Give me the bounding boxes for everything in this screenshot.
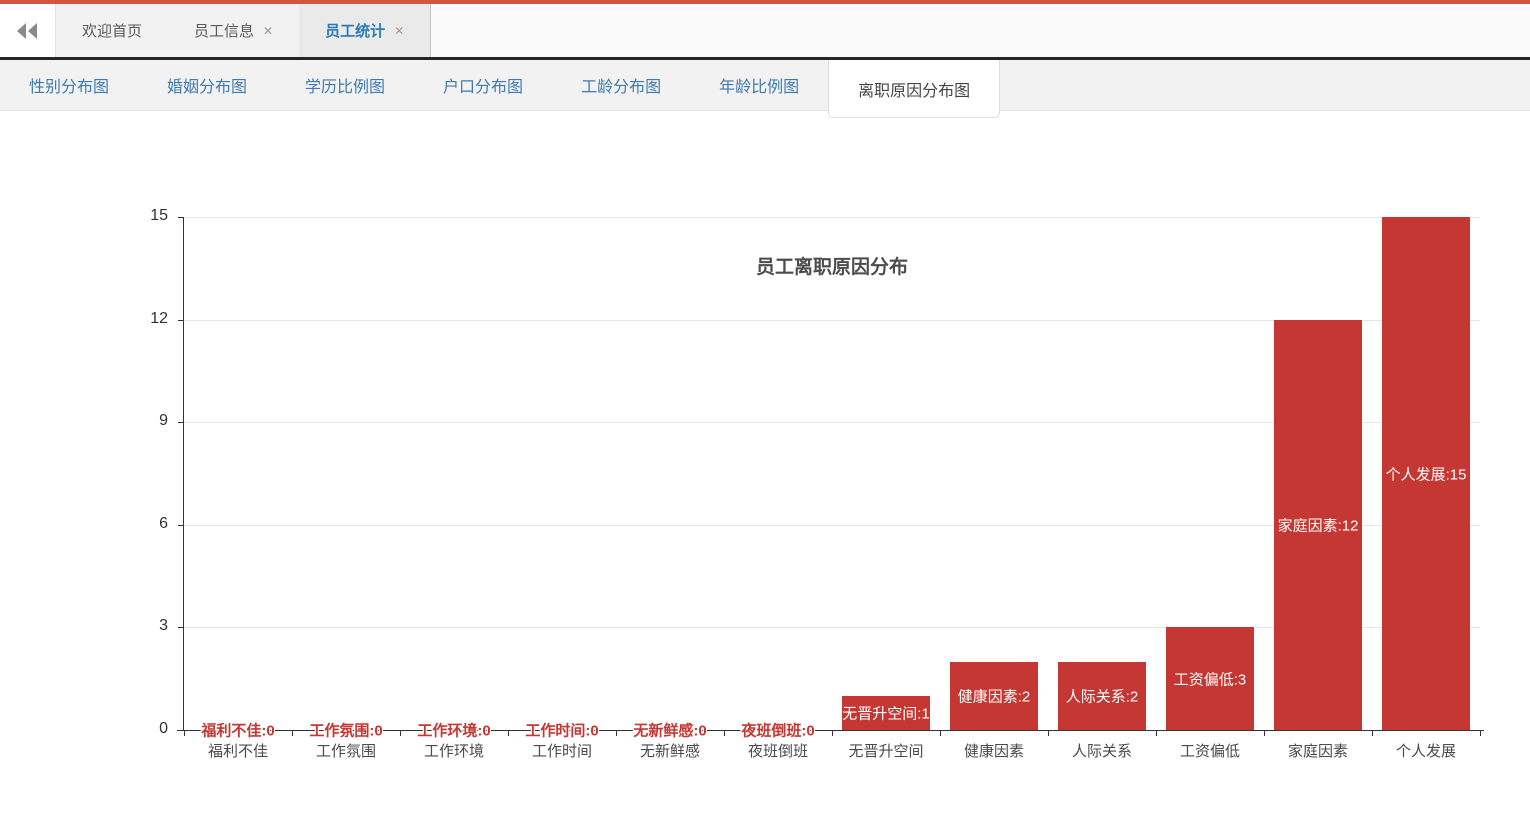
x-axis-category-label: 无新鲜感	[616, 740, 724, 761]
chart-type-tab[interactable]: 户口分布图	[414, 60, 552, 110]
chart-type-tab[interactable]: 婚姻分布图	[138, 60, 276, 110]
x-axis-tick	[1372, 730, 1373, 736]
x-axis-category-label: 工资偏低	[1156, 740, 1264, 761]
chart-type-tab-bar: 性别分布图婚姻分布图学历比例图户口分布图工龄分布图年龄比例图离职原因分布图	[0, 60, 1530, 111]
y-axis-label: 15	[88, 207, 168, 225]
x-axis-category-label: 人际关系	[1048, 740, 1156, 761]
x-axis-category-label: 无晋升空间	[832, 740, 940, 761]
chart-type-tab[interactable]: 离职原因分布图	[828, 60, 1000, 118]
bar-value-label: 家庭因素:12	[1278, 514, 1359, 535]
bar-value-label: 个人发展:15	[1386, 463, 1467, 484]
x-axis-tick	[1480, 730, 1481, 736]
chart-type-tab[interactable]: 工龄分布图	[552, 60, 690, 110]
chart-type-tab[interactable]: 学历比例图	[276, 60, 414, 110]
x-axis-tick	[1048, 730, 1049, 736]
y-axis-label: 12	[88, 310, 168, 328]
x-axis-tick	[724, 730, 725, 736]
window-tab-bar: 欢迎首页 员工信息 ✕ 员工统计 ✕	[0, 4, 1530, 57]
y-axis-label: 6	[88, 515, 168, 533]
window-tab-label: 员工统计	[325, 20, 385, 41]
bar-value-label: 工资偏低:3	[1174, 668, 1247, 689]
y-axis-label: 9	[88, 412, 168, 430]
x-axis-category-label: 福利不佳	[184, 740, 292, 761]
chart-type-tab[interactable]: 性别分布图	[0, 60, 138, 110]
y-axis-line	[183, 217, 184, 730]
close-tab-icon[interactable]: ✕	[394, 25, 404, 37]
chart-title: 员工离职原因分布	[184, 252, 1480, 279]
x-axis-tick	[832, 730, 833, 736]
window-tabs: 欢迎首页 员工信息 ✕ 员工统计 ✕	[56, 4, 431, 57]
app-window: 欢迎首页 员工信息 ✕ 员工统计 ✕ 性别分布图婚姻分布图学历比例图户口分布图工龄分布图…	[0, 0, 1530, 837]
x-axis-tick	[616, 730, 617, 736]
window-tab[interactable]: 员工信息 ✕	[168, 4, 299, 57]
x-axis-tick	[508, 730, 509, 736]
bar-value-label: 工作时间:0	[525, 720, 598, 741]
double-left-chevron-icon	[17, 23, 39, 39]
close-tab-icon[interactable]: ✕	[263, 25, 273, 37]
x-axis-category-label: 健康因素	[940, 740, 1048, 761]
gridline	[184, 217, 1480, 218]
x-axis-tick	[184, 730, 185, 736]
x-axis-tick	[1156, 730, 1157, 736]
x-axis-category-label: 个人发展	[1372, 740, 1480, 761]
bar-value-label: 福利不佳:0	[201, 720, 274, 741]
window-tab[interactable]: 员工统计 ✕	[299, 4, 431, 57]
bar-value-label: 无晋升空间:1	[842, 702, 930, 723]
x-axis-category-label: 夜班倒班	[724, 740, 832, 761]
x-axis-tick	[292, 730, 293, 736]
x-axis-category-label: 工作氛围	[292, 740, 400, 761]
x-axis-tick	[1264, 730, 1265, 736]
bar-value-label: 夜班倒班:0	[741, 720, 814, 741]
window-tab-label: 欢迎首页	[82, 20, 142, 41]
collapse-tabs-button[interactable]	[0, 4, 56, 57]
y-axis-label: 3	[88, 617, 168, 635]
bar-value-label: 工作氛围:0	[309, 720, 382, 741]
x-axis-category-label: 家庭因素	[1264, 740, 1372, 761]
x-axis-tick	[940, 730, 941, 736]
bar-value-label: 人际关系:2	[1066, 685, 1139, 706]
window-tab-label: 员工信息	[194, 20, 254, 41]
bar-value-label: 无新鲜感:0	[633, 720, 706, 741]
x-axis-category-label: 工作时间	[508, 740, 616, 761]
window-tab[interactable]: 欢迎首页	[56, 4, 168, 57]
bar-value-label: 工作环境:0	[417, 720, 490, 741]
x-axis-category-label: 工作环境	[400, 740, 508, 761]
chart-type-tab[interactable]: 年龄比例图	[690, 60, 828, 110]
x-axis-tick	[400, 730, 401, 736]
y-axis-label: 0	[88, 720, 168, 738]
bar-value-label: 健康因素:2	[958, 685, 1031, 706]
